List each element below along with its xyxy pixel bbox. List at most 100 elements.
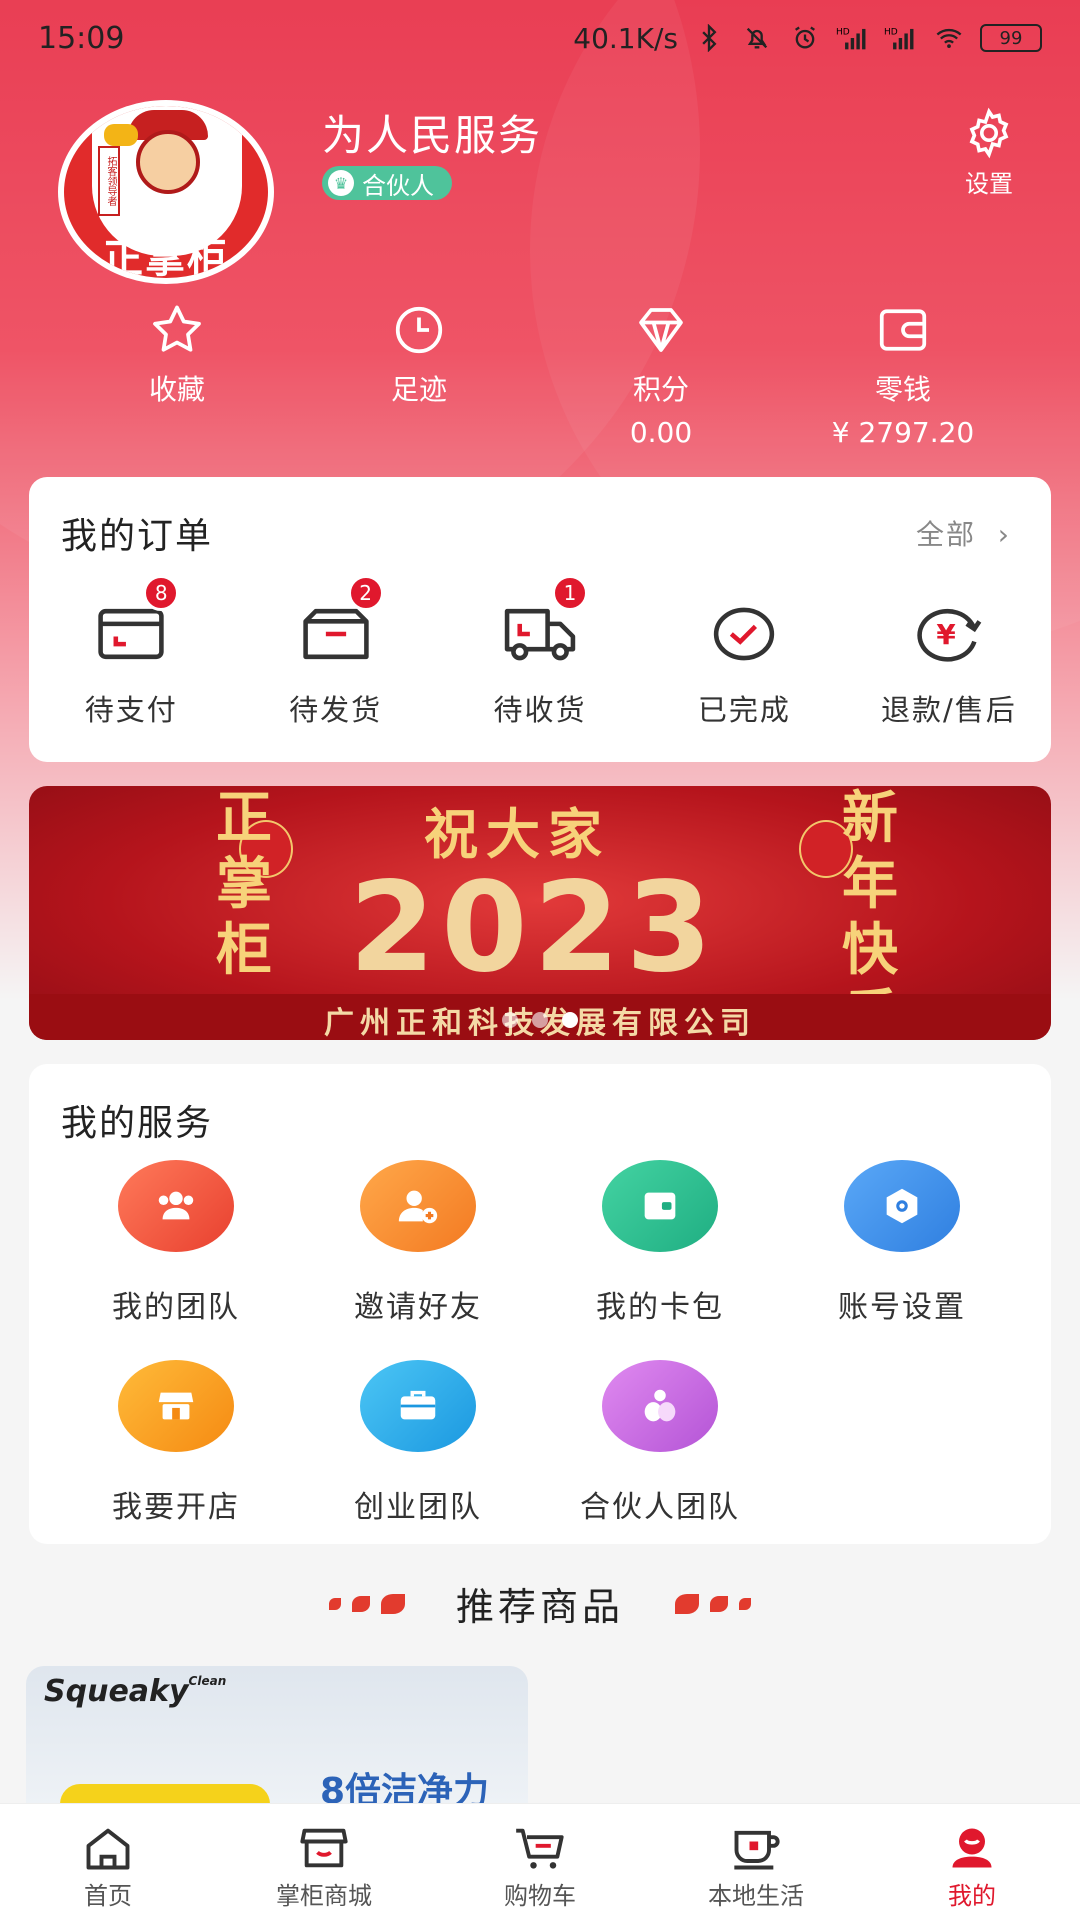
avatar-brand-text: 正掌柜 [103, 236, 229, 282]
service-account-settings[interactable]: 账号设置 [781, 1160, 1023, 1360]
service-label: 账号设置 [838, 1290, 966, 1325]
order-refund[interactable]: ¥ 退款/售后 [847, 603, 1051, 729]
avatar[interactable]: 拓客领导者 正掌柜 [58, 100, 274, 284]
order-label: 已完成 [697, 693, 791, 727]
briefcase-icon [360, 1360, 476, 1452]
order-label: 待支付 [84, 693, 178, 727]
service-card-wallet[interactable]: 我的卡包 [539, 1160, 781, 1360]
product-brand: Squeaky [44, 1674, 189, 1709]
service-invite-friends[interactable]: 邀请好友 [297, 1160, 539, 1360]
tab-cart[interactable]: 购物车 [432, 1804, 648, 1920]
settings-label: 设置 [965, 170, 1013, 198]
store-icon [300, 1828, 348, 1868]
tab-local-life[interactable]: 本地生活 [648, 1804, 864, 1920]
banner-year: 2023 [349, 856, 719, 1000]
box-icon [302, 608, 369, 660]
leaf-decoration [675, 1593, 700, 1614]
truck-icon [504, 608, 576, 661]
alarm-icon [795, 26, 815, 49]
wallet-card-icon [98, 608, 164, 660]
product-slogan: 8倍洁净力 [320, 1771, 490, 1806]
cup-icon [734, 1830, 780, 1870]
view-all-label: 全部 [915, 518, 976, 551]
clock-icon [395, 306, 443, 354]
orders-view-all[interactable]: 全部 › [916, 513, 1011, 553]
add-user-icon [360, 1160, 476, 1252]
hex-settings-icon [844, 1160, 960, 1252]
cart-icon [516, 1828, 564, 1869]
order-label: 待发货 [289, 693, 383, 727]
avatar-tag: 拓客领导者 [98, 146, 120, 216]
signal-icon-2: HD [884, 28, 914, 50]
count-badge: 2 [347, 575, 384, 611]
product-brand-logo: SqueakyClean [44, 1674, 226, 1709]
stat-balance[interactable]: 零钱 ¥ 2797.20 [782, 300, 1024, 450]
order-label: 待收货 [493, 693, 587, 727]
services-card: 我的服务 我的团队 邀请好友 我的卡包 账号设置 我要开店 创业团队 合伙人团队 [29, 1064, 1051, 1544]
home-icon [86, 1828, 130, 1870]
count-badge: 8 [143, 575, 180, 611]
count-badge: 1 [552, 575, 589, 611]
signal-icon: HD [836, 28, 866, 50]
tab-label: 本地生活 [708, 1882, 804, 1910]
order-pending-payment[interactable]: 8 待支付 [29, 575, 233, 729]
service-open-shop[interactable]: 我要开店 [55, 1360, 297, 1560]
leaf-decoration [739, 1597, 752, 1610]
carousel-dots [502, 1012, 578, 1028]
recommend-title: 推荐商品 [455, 1585, 624, 1629]
bell-off-icon [746, 27, 768, 49]
leaf-decoration [328, 1597, 341, 1610]
tab-label: 首页 [84, 1882, 132, 1910]
tab-label: 我的 [948, 1882, 996, 1910]
banner-left-text: 正掌柜 [216, 786, 272, 983]
chevron-right-icon: › [986, 518, 1011, 551]
team-icon [118, 1160, 234, 1252]
net-speed: 40.1K/s [573, 21, 678, 55]
stat-label: 收藏 [148, 373, 205, 406]
stat-points[interactable]: 积分 0.00 [540, 300, 782, 450]
tab-profile[interactable]: 我的 [864, 1804, 1080, 1920]
carousel-dot[interactable] [532, 1012, 548, 1028]
product-card[interactable]: SqueakyClean 8倍洁净力 [26, 1666, 528, 1806]
leaf-decoration [351, 1595, 370, 1612]
promo-banner[interactable]: 正掌柜 祝大家 2023 新年快乐 广州正和科技发展有限公司 [29, 786, 1051, 1040]
svg-text:HD: HD [884, 28, 898, 38]
order-pending-receipt[interactable]: 1 待收货 [438, 575, 642, 729]
tab-store[interactable]: 掌柜商城 [216, 1804, 432, 1920]
shop-icon [118, 1360, 234, 1452]
carousel-dot-active[interactable] [562, 1012, 578, 1028]
order-completed[interactable]: 已完成 [642, 603, 846, 729]
service-label: 创业团队 [354, 1490, 482, 1525]
partner-icon [602, 1360, 718, 1452]
service-partner-team[interactable]: 合伙人团队 [539, 1360, 781, 1560]
stat-value: ¥ 2797.20 [831, 416, 975, 449]
refund-icon: ¥ [917, 608, 982, 662]
service-my-team[interactable]: 我的团队 [55, 1160, 297, 1360]
leaf-decoration [710, 1595, 729, 1612]
orders-card: 我的订单 全部 › 8 待支付 2 待发货 1 待收货 已完成 ¥ 退款/售后 [29, 477, 1051, 762]
stat-favorites[interactable]: 收藏 [56, 300, 298, 450]
order-label: 退款/售后 [880, 693, 1017, 727]
recommend-heading: 推荐商品 [0, 1576, 1080, 1631]
services-title: 我的服务 [61, 1103, 214, 1144]
tab-label: 购物车 [504, 1882, 576, 1910]
tab-home[interactable]: 首页 [0, 1804, 216, 1920]
star-icon [153, 305, 201, 352]
profile-icon [952, 1828, 992, 1868]
stat-history[interactable]: 足迹 [298, 300, 540, 450]
username: 为人民服务 [322, 111, 543, 160]
stat-label: 零钱 [874, 373, 931, 406]
status-bar: 15:09 40.1K/s HD HD 99 [0, 0, 1080, 76]
order-pending-shipment[interactable]: 2 待发货 [233, 575, 437, 729]
carousel-dot[interactable] [502, 1012, 518, 1028]
service-startup-team[interactable]: 创业团队 [297, 1360, 539, 1560]
service-label: 邀请好友 [354, 1290, 482, 1325]
settings-button[interactable]: 设置 [954, 106, 1024, 199]
gear-icon [969, 107, 1009, 159]
service-label: 我的卡包 [596, 1290, 724, 1325]
bottom-tab-bar: 首页 掌柜商城 购物车 本地生活 我的 [0, 1803, 1080, 1920]
bluetooth-icon [702, 24, 717, 52]
crown-icon: ♛ [328, 170, 354, 196]
diamond-icon [639, 308, 683, 352]
leaf-decoration [380, 1593, 405, 1614]
